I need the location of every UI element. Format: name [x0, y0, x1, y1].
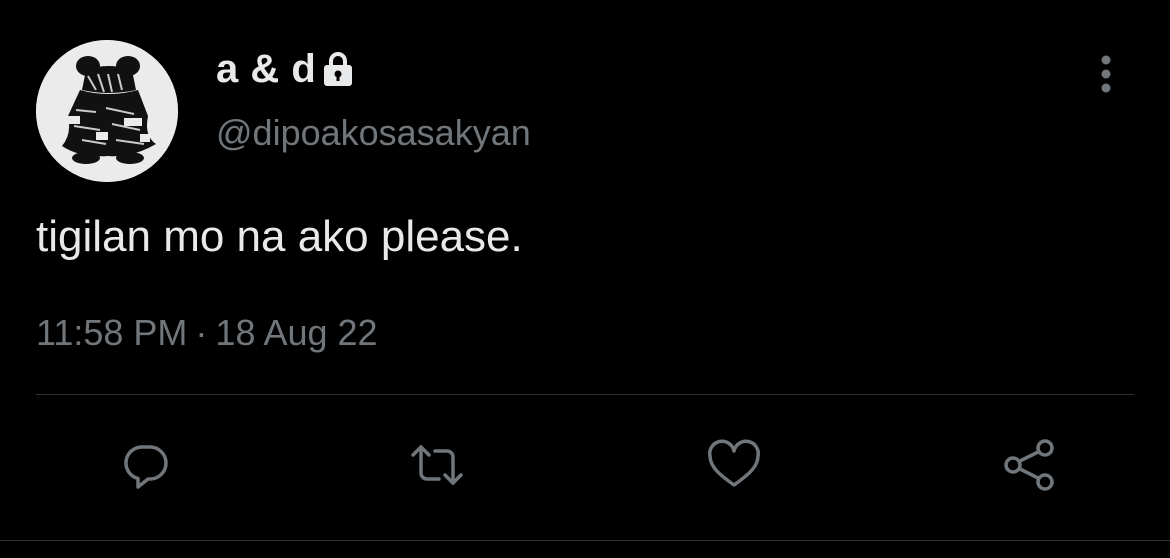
avatar[interactable] — [36, 40, 178, 182]
tweet-text: tigilan mo na ako please. — [36, 212, 523, 261]
share-button[interactable] — [997, 435, 1061, 495]
tweet-card: a & d @dipoakosasakyan tigilan mo na ako… — [0, 0, 1170, 558]
meta-separator: · — [195, 312, 208, 353]
reply-button[interactable] — [114, 435, 178, 495]
like-button[interactable] — [702, 435, 766, 495]
divider — [36, 394, 1134, 395]
retweet-icon — [411, 445, 463, 485]
tweet-date[interactable]: 18 Aug 22 — [215, 312, 377, 353]
tweet-metadata: 11:58 PM · 18 Aug 22 — [36, 312, 378, 354]
user-handle[interactable]: @dipoakosasakyan — [216, 112, 531, 154]
action-bar — [0, 435, 1170, 495]
divider — [0, 540, 1170, 541]
heart-icon — [708, 439, 760, 487]
avatar-image — [36, 40, 178, 182]
lock-icon — [322, 50, 354, 88]
reply-icon — [124, 445, 168, 489]
display-name[interactable]: a & d — [216, 47, 316, 92]
display-name-row: a & d — [216, 44, 354, 94]
more-vertical-icon[interactable] — [1090, 52, 1122, 96]
share-icon — [1004, 439, 1054, 491]
retweet-button[interactable] — [405, 435, 469, 495]
tweet-time[interactable]: 11:58 PM — [36, 312, 187, 353]
